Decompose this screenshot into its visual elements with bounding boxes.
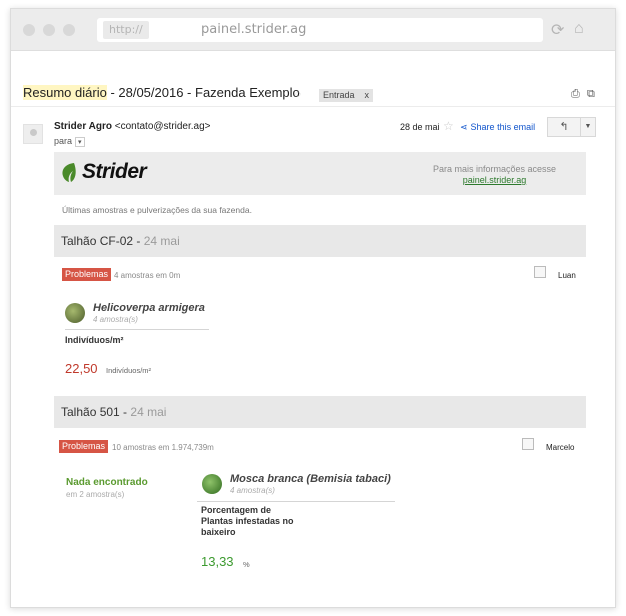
sender-name: Strider Agro <box>54 121 112 132</box>
divider <box>65 329 209 330</box>
metric-label: Indivíduos/m² <box>65 335 124 345</box>
metric-unit: % <box>243 560 250 569</box>
label-icon: ◌ <box>295 89 301 100</box>
inbox-label-text: Entrada <box>323 90 355 100</box>
share-icon: ⋖ <box>460 122 468 132</box>
inbox-label-tag[interactable]: Entrada x <box>319 89 374 102</box>
subject-rest: - 28/05/2016 - Fazenda Exemplo <box>106 85 300 100</box>
window-zoom-dot[interactable] <box>63 24 75 36</box>
reply-icon: ↰ <box>559 121 569 133</box>
email-subject: Resumo diário - 28/05/2016 - Fazenda Exe… <box>23 85 300 100</box>
url-protocol: http:// <box>103 21 149 39</box>
sender-email: <contato@strider.ag> <box>114 121 211 132</box>
new-window-icon[interactable]: ⧉ <box>587 88 595 101</box>
sender-info: Strider Agro <contato@strider.ag> <box>54 121 211 132</box>
print-icon[interactable]: ⎙ <box>571 88 580 101</box>
field-separator: - <box>119 405 131 419</box>
to-label: para <box>54 136 73 146</box>
pest-sample-count: 4 amostra(s) <box>230 486 275 495</box>
share-email-link[interactable]: ⋖ Share this email <box>460 122 535 133</box>
pest-photo <box>65 303 85 323</box>
field-separator: - <box>133 234 144 248</box>
nothing-found-label: Nada encontrado <box>66 477 148 488</box>
sender-avatar <box>23 124 43 144</box>
metric-label: Porcentagem de Plantas infestadas no bai… <box>201 505 294 538</box>
url-text: painel.strider.ag <box>201 22 307 37</box>
field-header: Talhão CF-02 - 24 mai <box>54 225 586 257</box>
field-name: Talhão CF-02 <box>61 234 134 248</box>
metric-label-line: baixeiro <box>201 527 236 537</box>
field-date: 24 mai <box>143 234 180 248</box>
status-badge: Problemas <box>59 440 109 453</box>
browser-toolbar: ‹ › http:// painel.strider.ag ⟳ ⌂ <box>11 9 615 51</box>
more-actions-button[interactable]: ▼ <box>580 117 596 137</box>
metric-label-line: Porcentagem de <box>201 505 272 515</box>
recipient-row: para ▾ <box>54 136 85 147</box>
metric-value: 22,50 <box>65 361 98 376</box>
recipient-details-toggle[interactable]: ▾ <box>75 137 85 147</box>
field-name: Talhão 501 <box>61 405 120 419</box>
field-title: Talhão 501 - 24 mai <box>61 405 166 419</box>
subject-highlight: Resumo diário <box>23 85 107 100</box>
pest-name: Helicoverpa armigera <box>93 302 205 314</box>
metric-label-line: Plantas infestadas no <box>201 516 294 526</box>
metric-unit: Indivíduos/m² <box>106 366 152 375</box>
label-remove-button[interactable]: x <box>365 90 370 100</box>
chevron-down-icon: ▼ <box>584 123 592 130</box>
field-date: 24 mai <box>130 405 167 419</box>
email-date: 28 de mai <box>400 122 440 132</box>
pest-name: Mosca branca (Bemisia tabaci) <box>230 473 391 485</box>
field-header: Talhão 501 - 24 mai <box>54 396 586 428</box>
divider <box>197 501 395 502</box>
user-avatar <box>522 438 534 450</box>
brand-info: Para mais informações acesse painel.stri… <box>433 164 556 185</box>
sample-summary: 4 amostras em 0m <box>114 271 181 280</box>
pest-sample-count: 4 amostra(s) <box>93 315 138 324</box>
pest-photo <box>202 474 222 494</box>
browser-window: ‹ › http:// painel.strider.ag ⟳ ⌂ Resumo… <box>10 8 616 608</box>
user-name: Marcelo <box>546 443 575 452</box>
status-badge: Problemas <box>62 268 112 281</box>
intro-text: Últimas amostras e pulverizações da sua … <box>62 205 252 215</box>
reply-button[interactable]: ↰ <box>547 117 581 137</box>
strider-leaf-icon <box>62 163 76 182</box>
info-text: Para mais informações acesse <box>432 164 556 174</box>
brand-name: Strider <box>82 160 147 183</box>
nothing-found-samples: em 2 amostra(s) <box>66 490 125 499</box>
window-minimize-dot[interactable] <box>43 24 55 36</box>
share-label: Share this email <box>470 122 536 132</box>
dashboard-link[interactable]: painel.strider.ag <box>433 175 556 185</box>
field-title: Talhão CF-02 - 24 mai <box>61 234 180 248</box>
star-icon[interactable]: ☆ <box>443 119 454 133</box>
sample-summary: 10 amostras em 1.974,739m <box>112 443 214 452</box>
reload-icon[interactable]: ⟳ <box>551 20 564 40</box>
user-avatar <box>534 266 546 278</box>
address-bar[interactable]: http:// painel.strider.ag <box>97 18 543 42</box>
home-icon[interactable]: ⌂ <box>574 20 584 38</box>
strider-header: Strider Para mais informações acesse pai… <box>54 152 586 195</box>
window-close-dot[interactable] <box>23 24 35 36</box>
email-subject-row: Resumo diário - 28/05/2016 - Fazenda Exe… <box>11 83 615 107</box>
user-name: Luan <box>558 271 576 280</box>
metric-value: 13,33 <box>201 554 234 569</box>
